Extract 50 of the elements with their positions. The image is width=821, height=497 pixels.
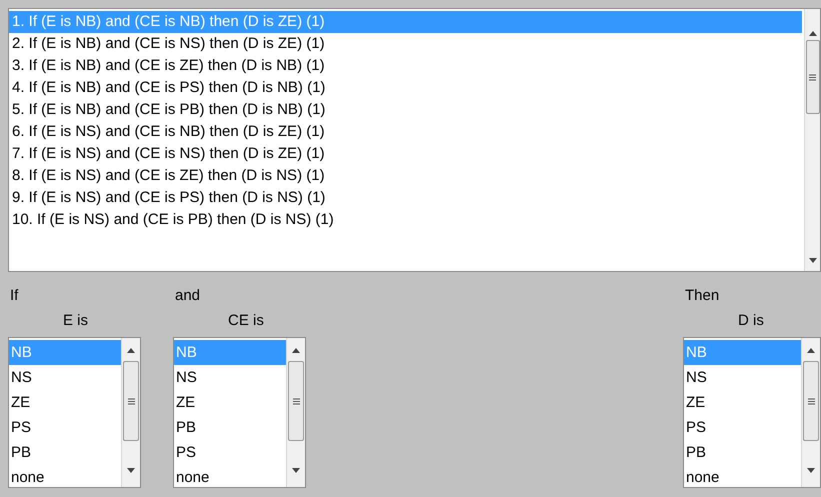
scroll-down-icon[interactable] xyxy=(127,468,135,473)
list-item[interactable]: PS xyxy=(9,415,121,440)
scrollbar[interactable] xyxy=(801,338,820,487)
connective-label: If xyxy=(9,286,18,306)
scroll-up-icon[interactable] xyxy=(292,348,300,353)
rule-item[interactable]: 9. If (E is NS) and (CE is PS) then (D is NS) (1) xyxy=(9,187,804,209)
list-item[interactable]: ZE xyxy=(174,390,286,415)
rule-item[interactable]: 10. If (E is NS) and (CE is PB) then (D is NS) (1) xyxy=(9,209,804,231)
membership-list[interactable]: NB NS ZE PS PB none xyxy=(683,337,821,488)
list-item[interactable]: PB xyxy=(684,440,801,465)
list-item[interactable]: ZE xyxy=(9,390,121,415)
scroll-up-icon[interactable] xyxy=(127,348,135,353)
list-item[interactable]: PB xyxy=(174,415,286,440)
scroll-thumb[interactable] xyxy=(803,361,819,441)
list-item[interactable]: PB xyxy=(9,440,121,465)
scroll-down-icon[interactable] xyxy=(292,468,300,473)
list-item[interactable]: none xyxy=(9,465,121,487)
variable-label: CE is xyxy=(227,311,264,331)
list-item[interactable]: NS xyxy=(9,365,121,390)
membership-list[interactable]: NB NS ZE PB PS none xyxy=(173,337,306,488)
scrollbar[interactable] xyxy=(286,338,305,487)
scroll-thumb[interactable] xyxy=(806,40,820,114)
list-item[interactable]: ZE xyxy=(684,390,801,415)
rule-item[interactable]: 2. If (E is NB) and (CE is NS) then (D is ZE) (1) xyxy=(9,33,804,55)
scrollbar[interactable] xyxy=(804,9,820,271)
list-item[interactable]: NS xyxy=(684,365,801,390)
rule-item[interactable]: 3. If (E is NB) and (CE is ZE) then (D is NB) (1) xyxy=(9,55,804,77)
variable-label: D is xyxy=(737,311,764,331)
list-item[interactable]: PS xyxy=(684,415,801,440)
rule-item[interactable]: 6. If (E is NS) and (CE is NB) then (D is ZE) (1) xyxy=(9,121,804,143)
scroll-thumb[interactable] xyxy=(288,361,304,441)
scroll-down-icon[interactable] xyxy=(807,468,815,473)
scroll-down-icon[interactable] xyxy=(808,258,816,263)
rule-item[interactable]: 4. If (E is NB) and (CE is PS) then (D is NB) (1) xyxy=(9,77,804,99)
rule-item[interactable]: 7. If (E is NS) and (CE is NS) then (D is ZE) (1) xyxy=(9,143,804,165)
list-item[interactable]: NS xyxy=(174,365,286,390)
scroll-up-icon[interactable] xyxy=(807,348,815,353)
rule-list[interactable] xyxy=(8,8,821,272)
membership-list[interactable]: NB NS ZE PS PB none xyxy=(8,337,141,488)
variable-label: E is xyxy=(62,311,88,331)
rule-item[interactable]: 8. If (E is NS) and (CE is ZE) then (D is NS) (1) xyxy=(9,165,804,187)
list-item[interactable]: none xyxy=(684,465,801,487)
connective-label: and xyxy=(174,286,200,306)
scroll-thumb[interactable] xyxy=(123,361,139,441)
scroll-up-icon[interactable] xyxy=(808,31,816,36)
list-item[interactable]: PS xyxy=(174,440,286,465)
scrollbar[interactable] xyxy=(121,338,140,487)
connective-label: Then xyxy=(684,286,720,306)
list-item[interactable]: none xyxy=(174,465,286,487)
rule-item[interactable]: 5. If (E is NB) and (CE is PB) then (D is NB) (1) xyxy=(9,99,804,121)
